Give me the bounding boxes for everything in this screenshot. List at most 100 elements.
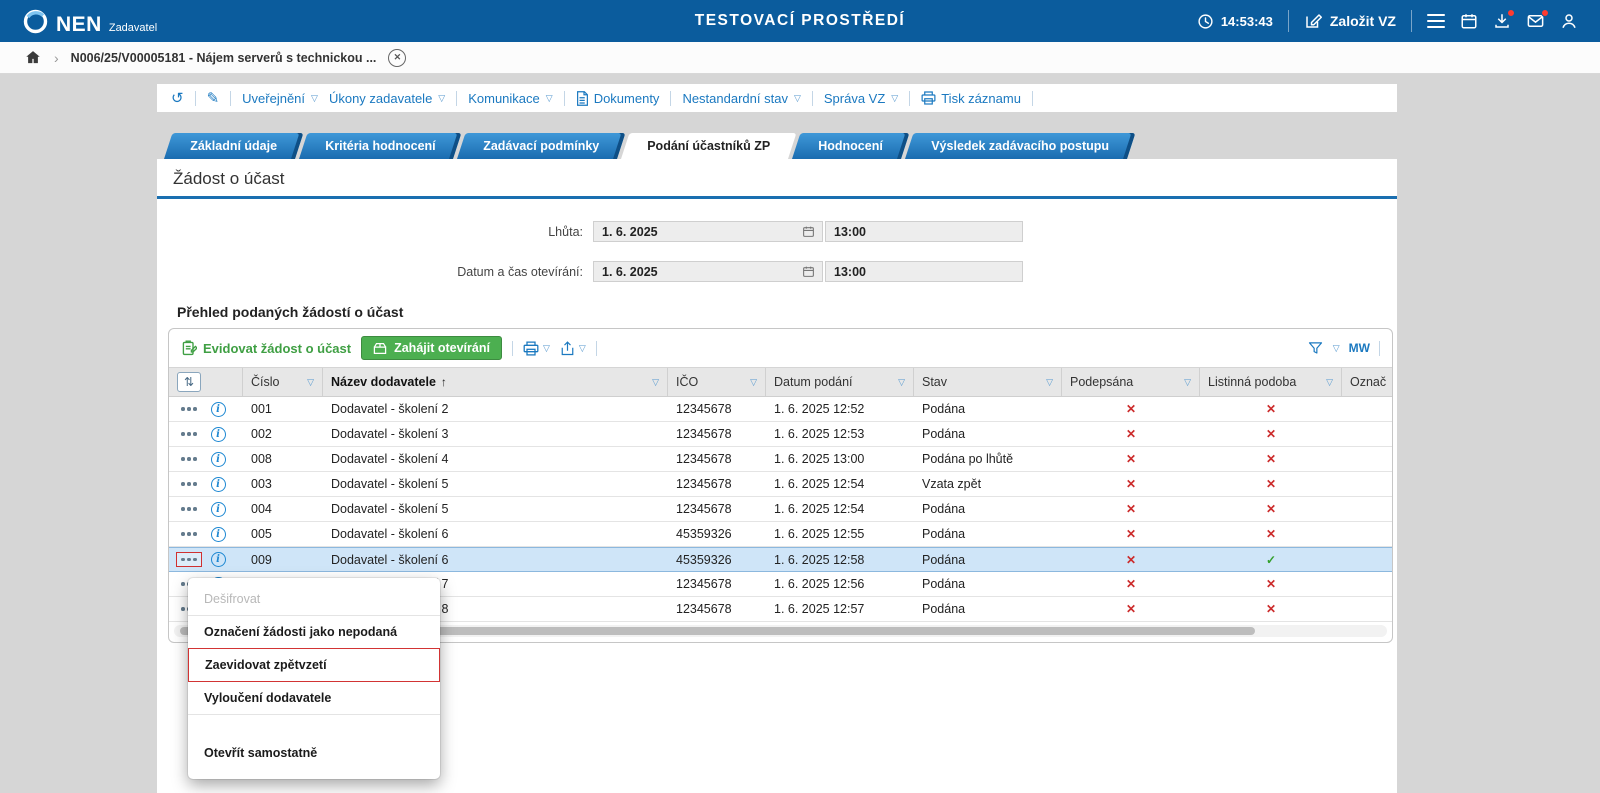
column-oznacena[interactable]: Označ [1342, 368, 1392, 396]
calendar-icon[interactable] [1460, 12, 1478, 30]
zahajit-oteviani-button[interactable]: Zahájit otevírání [361, 336, 502, 360]
table-row[interactable]: i 001 Dodavatel - školení 2 12345678 1. … [169, 397, 1392, 422]
export-button[interactable]: ▽ [560, 340, 586, 356]
column-ico[interactable]: IČO ▽ [668, 368, 766, 396]
tab-vysledek-zadavaciho-postupu[interactable]: Výsledek zadávacího postupu [904, 133, 1136, 159]
undo-icon[interactable]: ↺ [171, 91, 184, 106]
home-icon[interactable] [24, 49, 42, 66]
separator [456, 90, 458, 106]
column-toggle-icon[interactable]: ⇅ [177, 372, 201, 392]
column-listinna-podoba[interactable]: Listinná podoba ▽ [1200, 368, 1342, 396]
tab-zakladni-udaje[interactable]: Základní údaje [164, 133, 304, 159]
chevron-down-icon: ▽ [545, 92, 553, 103]
breadcrumb-item[interactable]: N006/25/V00005181 - Nájem serverů s tech… [71, 51, 377, 65]
evidovat-zadost-button[interactable]: Evidovat žádost o účast [181, 340, 351, 356]
menu-dokumenty[interactable]: Dokumenty [576, 91, 659, 106]
info-icon[interactable]: i [210, 476, 226, 492]
nen-logo[interactable]: NEN Zadavatel [22, 8, 157, 35]
info-icon[interactable]: i [210, 426, 226, 442]
row-menu-icon[interactable] [176, 552, 202, 567]
filter-dropdown-icon[interactable]: ▽ [750, 377, 757, 388]
info-icon[interactable]: i [210, 401, 226, 417]
table-row[interactable]: i 005 Dodavatel - školení 6 45359326 1. … [169, 522, 1392, 547]
cell-listinna: ✕ [1265, 602, 1277, 616]
breadcrumb: › N006/25/V00005181 - Nájem serverů s te… [0, 42, 1600, 74]
lhuta-time-field[interactable]: 13:00 [825, 221, 1023, 242]
menu-komunikace[interactable]: Komunikace ▽ [468, 91, 552, 106]
brand-name: NEN [56, 12, 102, 36]
info-icon[interactable]: i [210, 526, 226, 542]
separator [230, 90, 232, 106]
oteviani-date-field[interactable]: 1. 6. 2025 [593, 261, 823, 282]
table-row[interactable]: i 004 Dodavatel - školení 5 12345678 1. … [169, 497, 1392, 522]
user-icon[interactable] [1560, 12, 1578, 30]
info-icon[interactable]: i [210, 451, 226, 467]
chevron-down-icon: ▽ [438, 92, 446, 103]
create-vz-button[interactable]: Založit VZ [1304, 12, 1396, 30]
cell-ico: 12345678 [676, 402, 732, 416]
tab-podani-ucastniku-zp[interactable]: Podání účastníků ZP [621, 133, 797, 159]
separator [670, 90, 672, 106]
tab-hodnoceni[interactable]: Hodnocení [792, 133, 910, 159]
filter-funnel-icon[interactable] [1308, 341, 1323, 356]
cell-listinna: ✕ [1265, 427, 1277, 441]
clock: 14:53:43 [1197, 13, 1273, 30]
menu-item-oznaceni-zadosti-jako-nepodana[interactable]: Označení žádosti jako nepodaná [188, 616, 440, 648]
cell-podepsana: ✕ [1125, 452, 1137, 466]
menu-ukony-zadavatele[interactable]: Úkony zadavatele ▽ [329, 91, 445, 106]
row-menu-icon[interactable] [177, 402, 201, 416]
column-stav[interactable]: Stav ▽ [914, 368, 1062, 396]
edit-pencil-icon[interactable]: ✎ [207, 91, 220, 106]
menu-uverejneni[interactable]: Uveřejnění ▽ [242, 91, 318, 106]
mw-view-button[interactable]: MW [1349, 341, 1370, 355]
calendar-icon[interactable] [802, 225, 815, 238]
row-menu-icon[interactable] [177, 527, 201, 541]
table-row[interactable]: i 002 Dodavatel - školení 3 12345678 1. … [169, 422, 1392, 447]
grid-toolbar: Evidovat žádost o účast Zahájit otevírán… [169, 329, 1392, 367]
row-menu-icon[interactable] [177, 427, 201, 441]
menu-nestandardni-stav[interactable]: Nestandardní stav ▽ [682, 91, 800, 106]
column-podepsana[interactable]: Podepsána ▽ [1062, 368, 1200, 396]
chevron-down-icon: ▽ [891, 92, 899, 103]
mail-icon[interactable] [1526, 9, 1549, 30]
cell-cislo: 008 [251, 452, 272, 466]
row-menu-icon[interactable] [177, 452, 201, 466]
calendar-icon[interactable] [802, 265, 815, 278]
filter-dropdown-icon[interactable]: ▽ [1046, 377, 1053, 388]
filter-dropdown-icon[interactable]: ▽ [1326, 377, 1333, 388]
cell-cislo: 003 [251, 477, 272, 491]
column-cislo[interactable]: Číslo ▽ [243, 368, 323, 396]
oteviani-time-field[interactable]: 13:00 [825, 261, 1023, 282]
menu-item-otevrit-samostatne[interactable]: Otevřít samostatně [188, 737, 440, 769]
filter-dropdown-icon[interactable]: ▽ [1184, 377, 1191, 388]
menu-tisk-zaznamu[interactable]: Tisk záznamu [921, 91, 1021, 106]
tab-kriteria-hodnoceni[interactable]: Kritéria hodnocení [298, 133, 462, 159]
menu-item-zaevidovat-zpetvzeti[interactable]: Zaevidovat zpětvzetí [188, 648, 440, 682]
info-icon[interactable]: i [210, 501, 226, 517]
table-row-selected[interactable]: i 009 Dodavatel - školení 6 45359326 1. … [169, 547, 1392, 572]
column-nazev-dodavatele[interactable]: Název dodavatele ↑ ▽ [323, 368, 668, 396]
menu-sprava-vz[interactable]: Správa VZ ▽ [824, 91, 898, 106]
filter-dropdown-icon[interactable]: ▽ [307, 377, 314, 388]
cell-listinna: ✕ [1265, 477, 1277, 491]
row-menu-icon[interactable] [177, 502, 201, 516]
table-row[interactable]: i 008 Dodavatel - školení 4 12345678 1. … [169, 447, 1392, 472]
info-icon[interactable]: i [210, 552, 226, 567]
edit-square-icon [1304, 12, 1322, 30]
chevron-down-icon: ▽ [793, 92, 801, 103]
table-row[interactable]: i 003 Dodavatel - školení 5 12345678 1. … [169, 472, 1392, 497]
cell-datum: 1. 6. 2025 12:53 [774, 427, 865, 441]
filter-dropdown-icon[interactable]: ▽ [898, 377, 905, 388]
cell-podepsana: ✕ [1125, 402, 1137, 416]
lhuta-date-field[interactable]: 1. 6. 2025 [593, 221, 823, 242]
tab-zadavaci-podminky[interactable]: Zadávací podmínky [457, 133, 626, 159]
column-datum-podani[interactable]: Datum podání ▽ [766, 368, 914, 396]
print-grid-button[interactable]: ▽ [523, 340, 550, 356]
row-menu-icon[interactable] [177, 477, 201, 491]
chevron-down-icon[interactable]: ▽ [1333, 343, 1340, 354]
menu-item-vylouceni-dodavatele[interactable]: Vyloučení dodavatele [188, 682, 440, 714]
close-tab-icon[interactable]: ✕ [388, 48, 407, 67]
hamburger-menu-icon[interactable] [1427, 13, 1445, 29]
filter-dropdown-icon[interactable]: ▽ [652, 377, 659, 388]
download-icon[interactable] [1493, 9, 1515, 30]
